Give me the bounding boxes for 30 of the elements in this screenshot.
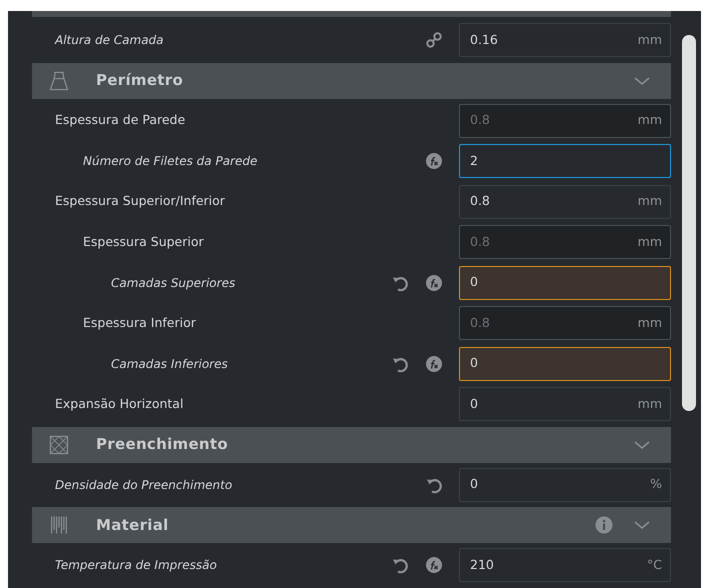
setting-label: Espessura Inferior <box>83 314 197 332</box>
input-field[interactable]: 0 mm <box>459 387 671 422</box>
setting-label: Espessura Superior/Inferior <box>55 192 226 210</box>
function-icon <box>425 354 443 373</box>
function-icon <box>425 556 443 574</box>
setting-label: Camadas Superiores <box>111 274 236 292</box>
material-icon <box>48 514 70 536</box>
input-field[interactable]: 0.8 mm <box>459 184 671 219</box>
section-header[interactable]: Preenchimento <box>32 426 671 462</box>
input-field[interactable]: 210 °C <box>459 548 671 582</box>
setting-label: Espessura de Parede <box>55 111 186 130</box>
section-header[interactable]: Material <box>32 507 671 543</box>
setting-label: Número de Filetes da Parede <box>83 153 258 170</box>
setting-label: Expansão Horizontal <box>55 394 184 413</box>
input-field[interactable]: 0 % <box>459 468 671 502</box>
section-header[interactable]: Perímetro <box>32 62 671 98</box>
reset-icon[interactable] <box>391 556 409 574</box>
input-field[interactable]: 0.16 mm <box>459 23 671 58</box>
setting-label: Altura de Camada <box>55 32 165 50</box>
function-icon <box>425 274 443 292</box>
scrollbar-thumb[interactable] <box>682 35 696 411</box>
info-icon[interactable] <box>595 515 613 535</box>
perimeter-icon <box>48 70 70 92</box>
link-icon <box>425 31 443 50</box>
setting-label: Espessura Superior <box>83 232 205 251</box>
function-icon <box>425 152 443 170</box>
infill-icon <box>48 434 70 456</box>
setting-label: Camadas Inferiores <box>111 356 229 373</box>
setting-label: Densidade do Preenchimento <box>55 476 234 494</box>
setting-label: Temperatura de Impressão <box>55 557 218 574</box>
